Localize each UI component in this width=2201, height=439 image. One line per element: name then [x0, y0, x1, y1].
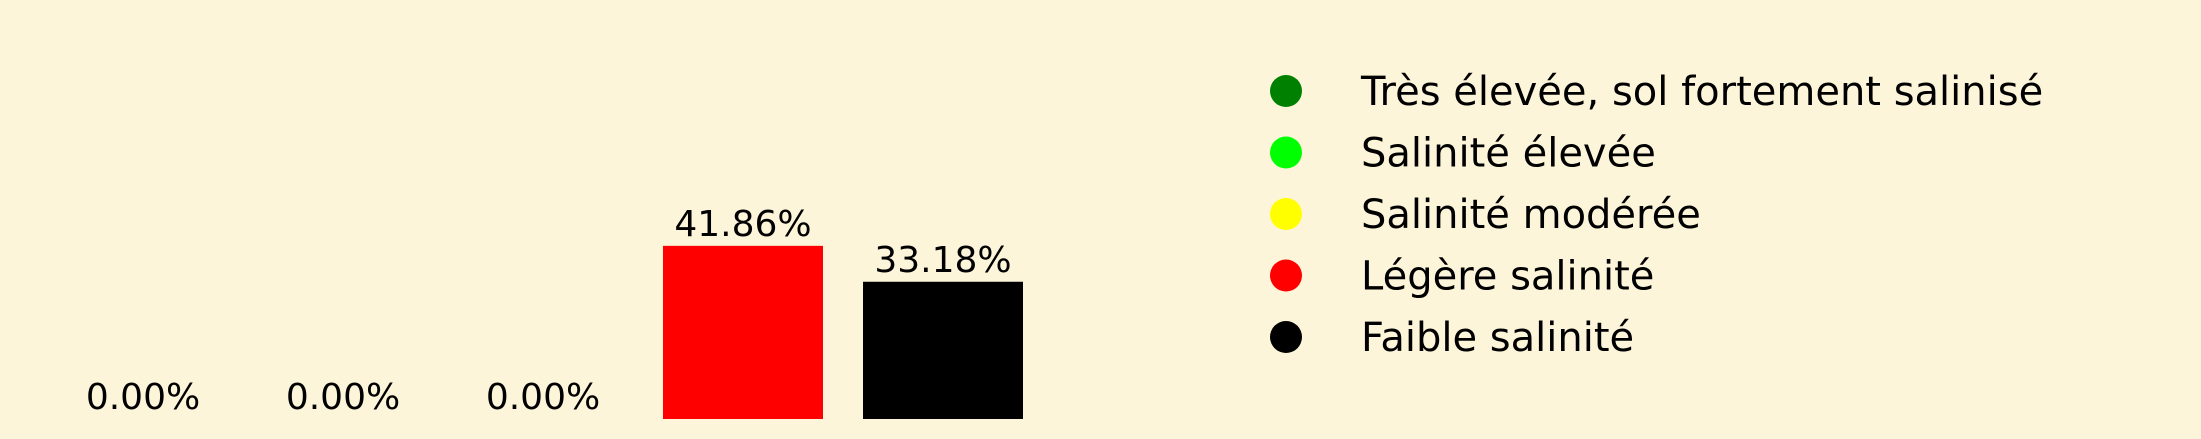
legend-marker-4	[1270, 259, 1302, 292]
bar-value-label-4: 41.86%	[674, 204, 811, 245]
bar-value-label-3: 0.00%	[486, 377, 600, 418]
legend: Très élevée, sol fortement salinisé Salin…	[1270, 69, 2043, 361]
legend-entry-4: Légère salinité	[1270, 254, 1654, 300]
legend-entry-2: Salinité élevée	[1270, 131, 1656, 177]
legend-marker-1	[1270, 75, 1302, 107]
bar-5	[863, 281, 1023, 419]
salinity-chart: 0.00% 0.00% 0.00% 41.86% 33.18% Très élevée,…	[0, 0, 2201, 435]
legend-entry-3: Salinité modérée	[1270, 192, 1701, 238]
bar-4	[663, 245, 823, 419]
legend-entry-1: Très élevée, sol fortement salinisé	[1270, 69, 2043, 115]
chart-canvas: 0.00% 0.00% 0.00% 41.86% 33.18% Très élevée,…	[86, 69, 2043, 419]
bar-value-label-2: 0.00%	[286, 377, 400, 418]
legend-marker-3	[1270, 198, 1302, 230]
legend-label-4: Légère salinité	[1361, 254, 1654, 300]
legend-entry-5: Faible salinité	[1270, 315, 1634, 361]
bar-value-label-1: 0.00%	[86, 377, 200, 418]
legend-label-1: Très élevée, sol fortement salinisé	[1360, 69, 2043, 115]
legend-marker-2	[1270, 136, 1302, 169]
legend-label-5: Faible salinité	[1361, 315, 1634, 361]
legend-label-2: Salinité élevée	[1361, 131, 1656, 177]
bar-value-label-5: 33.18%	[874, 240, 1011, 281]
legend-marker-5	[1270, 321, 1302, 353]
legend-label-3: Salinité modérée	[1361, 192, 1701, 238]
